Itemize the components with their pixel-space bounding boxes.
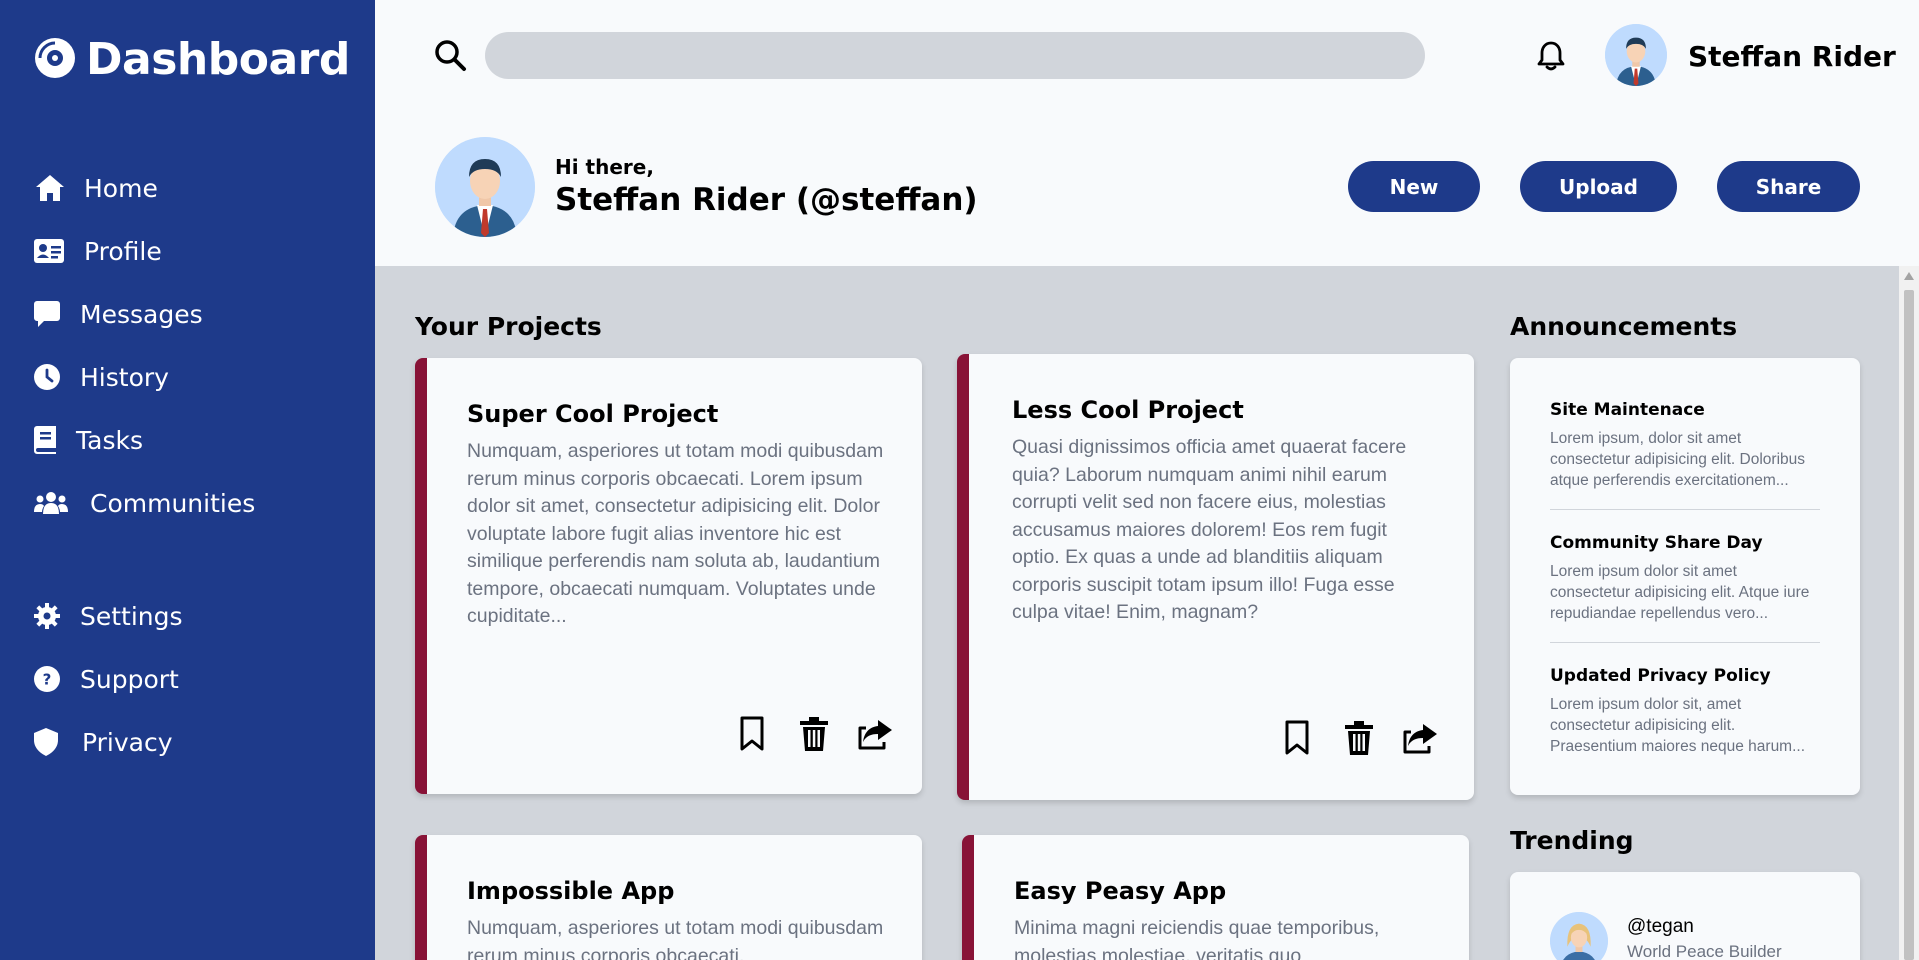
sidebar-item-communities[interactable]: Communities	[34, 487, 255, 519]
profile-avatar	[435, 137, 535, 237]
project-title: Easy Peasy App	[1014, 877, 1227, 905]
sidebar-item-label: Settings	[80, 601, 183, 631]
sidebar-item-home[interactable]: Home	[34, 172, 158, 204]
sidebar-item-privacy[interactable]: Privacy	[34, 726, 173, 758]
share-icon[interactable]	[856, 714, 896, 754]
project-card[interactable]: Super Cool Project Numquam, asperiores u…	[415, 358, 922, 794]
sidebar-item-history[interactable]: History	[34, 361, 169, 393]
divider	[1550, 509, 1820, 510]
announcement-item[interactable]: Site Maintenace Lorem ipsum, dolor sit a…	[1550, 400, 1820, 491]
sidebar-item-support[interactable]: ? Support	[34, 663, 179, 695]
project-description: Numquam, asperiores ut totam modi quibus…	[467, 440, 884, 627]
trending-subtitle: World Peace Builder	[1627, 942, 1782, 960]
announcement-title: Updated Privacy Policy	[1550, 666, 1771, 686]
sidebar-item-settings[interactable]: Settings	[34, 600, 183, 632]
announcement-title: Site Maintenace	[1550, 400, 1705, 420]
sidebar-item-label: Messages	[80, 299, 203, 329]
sidebar-item-messages[interactable]: Messages	[34, 298, 203, 330]
search-input[interactable]	[485, 32, 1425, 79]
sidebar-item-tasks[interactable]: Tasks	[34, 424, 143, 456]
trash-icon[interactable]	[794, 714, 834, 754]
svg-text:?: ?	[43, 671, 52, 689]
project-description: Quasi dignissimos officia amet quaerat f…	[1012, 436, 1407, 623]
announcements-title: Announcements	[1510, 312, 1738, 341]
sidebar-item-label: History	[80, 362, 169, 392]
share-button[interactable]: Share	[1717, 161, 1860, 212]
announcement-item[interactable]: Community Share Day Lorem ipsum dolor si…	[1550, 533, 1820, 624]
clock-icon	[34, 361, 66, 393]
project-description: Numquam, asperiores ut totam modi quibus…	[467, 917, 884, 960]
announcements-panel: Site Maintenace Lorem ipsum, dolor sit a…	[1510, 358, 1860, 795]
profile-name: Steffan Rider (@steffan)	[555, 182, 978, 218]
announcement-text: Lorem ipsum, dolor sit amet consectetur …	[1550, 430, 1806, 489]
upload-button[interactable]: Upload	[1520, 161, 1677, 212]
greeting: Hi there,	[555, 155, 654, 179]
scroll-up-arrow-icon[interactable]	[1904, 272, 1914, 280]
announcement-title: Community Share Day	[1550, 533, 1763, 553]
bell-icon[interactable]	[1536, 40, 1566, 76]
sidebar-item-label: Privacy	[82, 727, 173, 757]
sidebar: Dashboard Home Profile Messages History …	[0, 0, 375, 960]
sidebar-item-label: Profile	[84, 236, 162, 266]
divider	[1550, 642, 1820, 643]
trending-handle[interactable]: @tegan	[1627, 916, 1694, 938]
announcement-item[interactable]: Updated Privacy Policy Lorem ipsum dolor…	[1550, 666, 1820, 757]
project-card[interactable]: Easy Peasy App Minima magni reiciendis q…	[962, 835, 1469, 960]
question-icon: ?	[34, 663, 66, 695]
project-description: Minima magni reiciendis quae temporibus,…	[1014, 917, 1380, 960]
project-title: Super Cool Project	[467, 400, 719, 428]
search-icon[interactable]	[433, 38, 467, 76]
announcement-text: Lorem ipsum dolor sit amet consectetur a…	[1550, 563, 1810, 622]
project-title: Less Cool Project	[1012, 396, 1244, 424]
project-title: Impossible App	[467, 877, 675, 905]
share-icon[interactable]	[1401, 718, 1441, 758]
avatar[interactable]	[1550, 912, 1608, 960]
project-card[interactable]: Less Cool Project Quasi dignissimos offi…	[957, 354, 1474, 800]
sidebar-item-label: Communities	[90, 488, 256, 518]
bookmark-icon[interactable]	[732, 714, 772, 754]
shield-icon	[34, 726, 66, 758]
brand-title: Dashboard	[86, 34, 350, 85]
new-button[interactable]: New	[1348, 161, 1480, 212]
sidebar-item-label: Tasks	[76, 425, 143, 455]
trending-panel: @tegan World Peace Builder	[1510, 872, 1860, 960]
announcement-text: Lorem ipsum dolor sit, amet consectetur …	[1550, 696, 1806, 755]
book-icon	[34, 424, 62, 456]
user-name[interactable]: Steffan Rider	[1688, 40, 1896, 73]
bookmark-icon[interactable]	[1277, 718, 1317, 758]
project-card[interactable]: Impossible App Numquam, asperiores ut to…	[415, 835, 922, 960]
avatar[interactable]	[1605, 24, 1667, 86]
home-icon	[34, 172, 66, 204]
sidebar-item-label: Home	[84, 173, 158, 203]
message-icon	[34, 298, 66, 330]
card-actions	[1277, 718, 1441, 758]
gear-icon	[34, 600, 66, 632]
projects-title: Your Projects	[415, 312, 602, 341]
users-icon	[34, 487, 68, 519]
sidebar-item-label: Support	[80, 664, 179, 694]
scrollbar-thumb[interactable]	[1904, 290, 1914, 960]
id-card-icon	[34, 235, 66, 267]
card-actions	[732, 714, 896, 754]
trash-icon[interactable]	[1339, 718, 1379, 758]
sidebar-item-profile[interactable]: Profile	[34, 235, 162, 267]
brand[interactable]: Dashboard	[34, 34, 350, 85]
trending-title: Trending	[1510, 826, 1634, 855]
disc-logo-icon	[34, 37, 76, 83]
